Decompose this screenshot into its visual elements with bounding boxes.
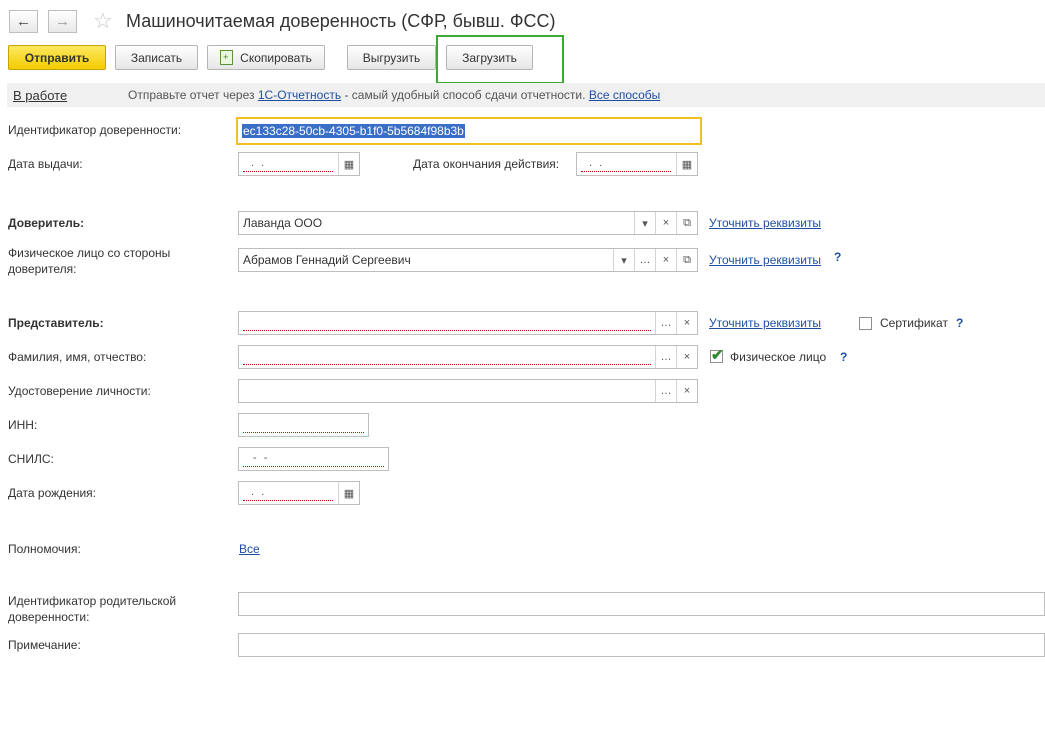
more-icon[interactable]: … <box>634 249 655 271</box>
snils-mask: - - <box>253 452 270 464</box>
star-icon[interactable]: ☆ <box>93 8 113 34</box>
id-label: Идентификатор доверенности: <box>8 123 182 137</box>
status-state[interactable]: В работе <box>13 88 67 103</box>
calendar-icon[interactable]: ▦ <box>338 482 359 504</box>
individual-checkbox[interactable]: ✔ <box>710 347 724 364</box>
end-date-label: Дата окончания действия: <box>413 157 560 171</box>
inn-input[interactable] <box>238 413 369 437</box>
end-date-mask: . . <box>589 157 605 169</box>
parent-id-input[interactable] <box>238 592 1045 616</box>
help-icon[interactable]: ? <box>840 350 847 364</box>
principal-details-link[interactable]: Уточнить реквизиты <box>709 216 821 230</box>
more-icon[interactable]: … <box>655 380 676 402</box>
note-input[interactable] <box>238 633 1045 657</box>
copy-icon: + <box>220 50 234 65</box>
clear-icon[interactable]: × <box>676 312 697 334</box>
fio-label: Фамилия, имя, отчество: <box>8 350 147 364</box>
back-button[interactable]: ← <box>9 10 38 33</box>
birth-date-input[interactable]: . . ▦ <box>238 481 360 505</box>
id-value: ec133c28-50cb-4305-b1f0-5b5684f98b3b <box>242 124 465 138</box>
status-message-suffix: - самый удобный способ сдачи отчетности. <box>344 88 586 102</box>
checkmark-icon: ✔ <box>711 347 724 364</box>
help-icon[interactable]: ? <box>956 316 963 330</box>
inn-label: ИНН: <box>8 418 38 432</box>
snils-label: СНИЛС: <box>8 452 54 466</box>
representative-details-link[interactable]: Уточнить реквизиты <box>709 316 821 330</box>
clear-icon[interactable]: × <box>676 346 697 368</box>
arrow-left-icon: ← <box>16 13 31 30</box>
chevron-down-icon[interactable]: ▾ <box>634 212 655 234</box>
more-icon[interactable]: … <box>655 312 676 334</box>
certificate-label: Сертификат <box>880 316 948 330</box>
individual-label: Физическое лицо <box>730 350 827 364</box>
status-message: Отправьте отчет через 1С-Отчетность - са… <box>128 88 660 102</box>
open-icon[interactable]: ⧉ <box>676 212 697 234</box>
snils-input[interactable]: - - <box>238 447 389 471</box>
clear-icon[interactable]: × <box>676 380 697 402</box>
principal-label: Доверитель: <box>8 216 85 230</box>
principal-person-label: Физическое лицо со стороны доверителя: <box>8 246 171 276</box>
calendar-icon[interactable]: ▦ <box>338 153 359 175</box>
service-link[interactable]: 1С-Отчетность <box>258 88 341 102</box>
issue-date-label: Дата выдачи: <box>8 157 83 171</box>
arrow-right-icon: → <box>55 13 70 30</box>
identity-doc-label: Удостоверение личности: <box>8 384 151 398</box>
clear-icon[interactable]: × <box>655 212 676 234</box>
principal-person-input[interactable]: Абрамов Геннадий Сергеевич ▾ … × ⧉ <box>238 248 698 272</box>
fio-input[interactable]: … × <box>238 345 698 369</box>
identity-doc-input[interactable]: … × <box>238 379 698 403</box>
open-icon[interactable]: ⧉ <box>676 249 697 271</box>
clear-icon[interactable]: × <box>655 249 676 271</box>
representative-input[interactable]: … × <box>238 311 698 335</box>
principal-person-value: Абрамов Геннадий Сергеевич <box>243 253 411 267</box>
issue-date-input[interactable]: . . ▦ <box>238 152 360 176</box>
issue-date-mask: . . <box>251 157 267 169</box>
certificate-checkbox[interactable] <box>859 317 872 330</box>
more-icon[interactable]: … <box>655 346 676 368</box>
status-message-prefix: Отправьте отчет через <box>128 88 255 102</box>
send-button[interactable]: Отправить <box>8 45 106 70</box>
representative-label: Представитель: <box>8 316 104 330</box>
note-label: Примечание: <box>8 638 81 652</box>
copy-label: Скопировать <box>240 50 312 65</box>
help-icon[interactable]: ? <box>834 250 841 264</box>
copy-button[interactable]: + Скопировать <box>207 45 325 70</box>
window-title: Машиночитаемая доверенность (СФР, бывш. … <box>126 11 556 31</box>
save-button[interactable]: Записать <box>115 45 198 70</box>
powers-label: Полномочия: <box>8 542 81 556</box>
principal-input[interactable]: Лаванда ООО ▾ × ⧉ <box>238 211 698 235</box>
all-methods-link[interactable]: Все способы <box>589 88 661 102</box>
id-input[interactable]: ec133c28-50cb-4305-b1f0-5b5684f98b3b <box>236 117 702 145</box>
export-button[interactable]: Выгрузить <box>347 45 436 70</box>
birth-date-mask: . . <box>251 486 267 498</box>
principal-person-details-link[interactable]: Уточнить реквизиты <box>709 253 821 267</box>
chevron-down-icon[interactable]: ▾ <box>613 249 634 271</box>
forward-button[interactable]: → <box>48 10 77 33</box>
parent-id-label: Идентификатор родительской доверенности: <box>8 594 177 624</box>
import-highlight-frame <box>436 35 564 84</box>
birth-date-label: Дата рождения: <box>8 486 96 500</box>
end-date-input[interactable]: . . ▦ <box>576 152 698 176</box>
powers-link[interactable]: Все <box>239 542 260 556</box>
principal-value: Лаванда ООО <box>243 216 323 230</box>
calendar-icon[interactable]: ▦ <box>676 153 697 175</box>
